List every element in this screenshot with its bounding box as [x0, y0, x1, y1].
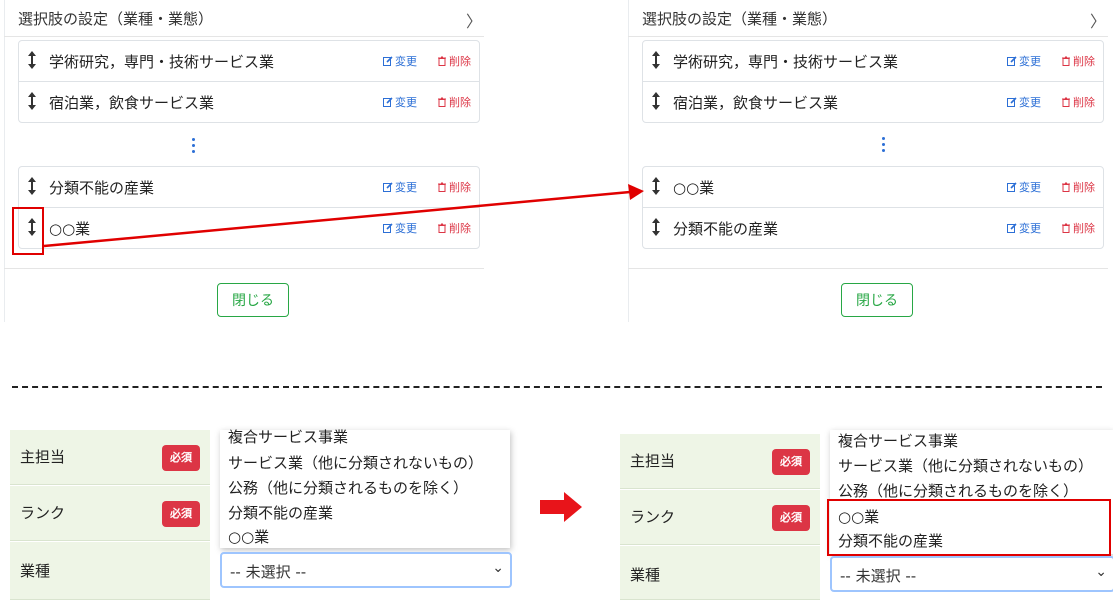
form-row-rank: ランク 必須 — [10, 486, 210, 541]
required-badge: 必須 — [772, 505, 810, 531]
required-badge: 必須 — [162, 501, 200, 527]
dropdown-option[interactable]: サービス業（他に分類されないもの） — [228, 452, 483, 473]
section-separator — [12, 386, 1102, 388]
dropdown-option[interactable]: ○○業 — [228, 526, 269, 547]
industry-select[interactable]: -- 未選択 -- ⌄ — [830, 556, 1113, 592]
dropdown-option[interactable]: 分類不能の産業 — [228, 502, 333, 523]
required-badge: 必須 — [772, 449, 810, 475]
chevron-down-icon: ⌄ — [1095, 564, 1107, 580]
dropdown-option[interactable]: サービス業（他に分類されないもの） — [838, 455, 1093, 476]
form-row-industry: 業種 — [10, 542, 210, 600]
form-before: 主担当 必須 ランク 必須 業種 複合サービス事業 サービス業（他に分類されない… — [10, 428, 512, 600]
arrow-right-icon — [540, 492, 582, 522]
form-row-rank: ランク 必須 — [620, 490, 820, 545]
reordered-options-highlight — [827, 499, 1111, 556]
dropdown-option[interactable]: 公務（他に分類されるものを除く） — [838, 480, 1078, 501]
industry-dropdown-list[interactable]: 複合サービス事業 サービス業（他に分類されないもの） 公務（他に分類されるものを… — [220, 428, 510, 548]
dropdown-option[interactable]: 複合サービス事業 — [838, 430, 958, 451]
industry-select[interactable]: -- 未選択 -- ⌄ — [220, 552, 512, 588]
dropdown-option[interactable]: 公務（他に分類されるものを除く） — [228, 477, 468, 498]
form-row-industry: 業種 — [620, 546, 820, 600]
form-row-main-owner: 主担当 必須 — [620, 434, 820, 489]
chevron-down-icon: ⌄ — [492, 560, 504, 576]
move-arrow — [43, 184, 644, 248]
required-badge: 必須 — [162, 445, 200, 471]
dropdown-option[interactable]: 複合サービス事業 — [228, 426, 348, 447]
form-row-main-owner: 主担当 必須 — [10, 430, 210, 485]
